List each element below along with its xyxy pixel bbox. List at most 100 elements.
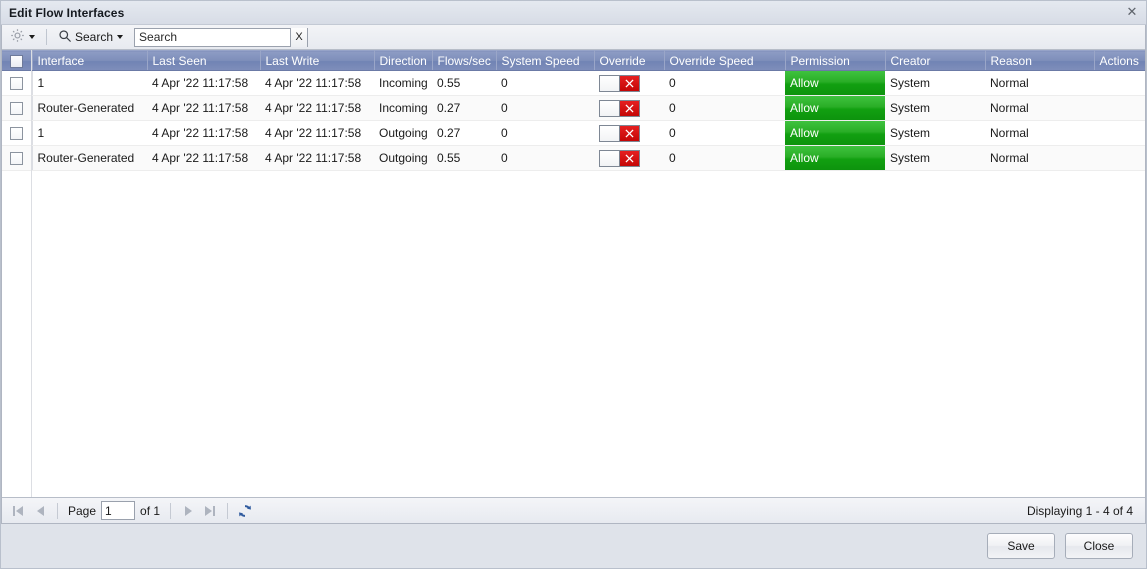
override-toggle-off-slot[interactable] [600, 75, 619, 91]
cell-interface: 1 [32, 120, 147, 146]
chevron-down-icon [117, 35, 124, 39]
column-header-permission[interactable]: Permission [785, 50, 886, 71]
override-toggle-off-slot[interactable] [600, 125, 619, 141]
cell-actions [1094, 95, 1145, 121]
column-header-label: Override Speed [669, 53, 754, 68]
override-toggle-off-slot[interactable] [600, 150, 619, 166]
permission-cell[interactable]: Allow [785, 145, 885, 171]
page-number-input[interactable] [101, 501, 136, 520]
page-label: Page [68, 503, 97, 518]
column-header-last_write[interactable]: Last Write [260, 50, 375, 71]
column-header-interface[interactable]: Interface [32, 50, 148, 71]
column-header-direction[interactable]: Direction [374, 50, 433, 71]
page-title: Edit Flow Interfaces [9, 5, 125, 20]
search-input[interactable] [135, 28, 291, 46]
permission-badge: Allow [785, 96, 885, 120]
override-disabled-icon[interactable] [619, 125, 639, 141]
cell-interface: Router-Generated [32, 145, 147, 171]
override-cell[interactable] [594, 145, 664, 171]
select-all-checkbox[interactable] [10, 54, 24, 68]
refresh-icon[interactable] [235, 501, 255, 521]
permission-badge: Allow [785, 71, 885, 95]
cell-last_seen: 4 Apr '22 11:17:58 [147, 145, 260, 171]
cell-flows_sec: 0.55 [432, 70, 496, 96]
cell-override_speed: 0 [664, 145, 785, 171]
override-toggle[interactable] [599, 74, 640, 92]
cell-actions [1094, 70, 1145, 96]
pager-status-text: Displaying 1 - 4 of 4 [1026, 503, 1133, 518]
dialog-footer: Save Close [1, 524, 1146, 568]
column-header-label: Actions [1099, 53, 1139, 68]
row-select-checkbox[interactable] [10, 102, 24, 116]
column-header-label: Direction [379, 53, 427, 68]
column-header-override[interactable]: Override [594, 50, 665, 71]
column-header-system_speed[interactable]: System Speed [496, 50, 595, 71]
pager-divider [227, 502, 229, 519]
cell-direction: Incoming [374, 95, 432, 121]
override-cell[interactable] [594, 70, 664, 96]
permission-cell[interactable]: Allow [785, 70, 885, 96]
flow-interfaces-grid: Interface Last Seen Last Write Direction Flo… [2, 50, 1145, 497]
column-header-flows_sec[interactable]: Flows/sec [432, 50, 497, 71]
table-header: Interface Last Seen Last Write Direction Flo… [2, 50, 1145, 71]
permission-cell[interactable]: Allow [785, 95, 885, 121]
override-disabled-icon[interactable] [619, 100, 639, 116]
first-page-icon[interactable] [8, 501, 28, 521]
column-header-creator[interactable]: Creator [885, 50, 986, 71]
row-select-cell[interactable] [2, 95, 33, 121]
row-select-checkbox[interactable] [10, 77, 24, 91]
cell-last_seen: 4 Apr '22 11:17:58 [147, 120, 260, 146]
override-toggle[interactable] [599, 149, 640, 167]
cell-last_seen: 4 Apr '22 11:17:58 [147, 95, 260, 121]
cell-interface: 1 [32, 70, 147, 96]
permission-cell[interactable]: Allow [785, 120, 885, 146]
column-header-label: Last Seen [152, 53, 207, 68]
column-header-actions[interactable]: Actions [1094, 50, 1145, 71]
row-select-checkbox[interactable] [10, 127, 24, 141]
cell-direction: Incoming [374, 70, 432, 96]
cell-system_speed: 0 [496, 70, 594, 96]
override-toggle[interactable] [599, 124, 640, 142]
next-page-icon[interactable] [178, 501, 198, 521]
column-header-label: Flows/sec [437, 53, 491, 68]
pager-divider [170, 502, 172, 519]
row-select-cell[interactable] [2, 145, 33, 171]
override-toggle-off-slot[interactable] [600, 100, 619, 116]
grid-toolbar: Search X [2, 25, 1145, 50]
last-page-icon[interactable] [200, 501, 220, 521]
page-total-label: of 1 [140, 503, 161, 518]
row-select-checkbox[interactable] [10, 152, 24, 166]
close-icon[interactable]: ✕ [1125, 5, 1139, 20]
override-disabled-icon[interactable] [619, 150, 639, 166]
table-header-row: Interface Last Seen Last Write Direction Flo… [2, 50, 1145, 71]
cell-flows_sec: 0.27 [432, 120, 496, 146]
cell-creator: System [885, 120, 985, 146]
search-menu-button[interactable]: Search [54, 27, 127, 47]
table-row[interactable]: 14 Apr '22 11:17:58 4 Apr '22 11:17:58 Out… [2, 120, 1145, 146]
override-cell[interactable] [594, 95, 664, 121]
row-select-cell[interactable] [2, 120, 33, 146]
cell-last_write: 4 Apr '22 11:17:58 [260, 120, 374, 146]
clear-search-button[interactable]: X [290, 27, 308, 47]
column-header-override_speed[interactable]: Override Speed [664, 50, 786, 71]
dialog-panel: Search X Interface Last Seen Last Write Dir… [1, 25, 1146, 524]
override-toggle[interactable] [599, 99, 640, 117]
table-row[interactable]: Router-Generated 4 Apr '22 11:17:58 4 Apr … [2, 145, 1145, 171]
select-all-header[interactable] [2, 50, 33, 71]
search-field-wrapper: X [134, 27, 309, 47]
save-button[interactable]: Save [987, 533, 1055, 559]
override-cell[interactable] [594, 120, 664, 146]
close-button[interactable]: Close [1065, 533, 1133, 559]
row-select-cell[interactable] [2, 70, 33, 96]
column-header-last_seen[interactable]: Last Seen [147, 50, 261, 71]
previous-page-icon[interactable] [30, 501, 50, 521]
edit-flow-interfaces-window: Edit Flow Interfaces ✕ Search Search X I… [0, 0, 1147, 569]
column-header-label: Override [599, 53, 646, 68]
override-disabled-icon[interactable] [619, 75, 639, 91]
table-row[interactable]: 14 Apr '22 11:17:58 4 Apr '22 11:17:58 Inc… [2, 70, 1145, 96]
column-header-label: Interface [37, 53, 85, 68]
settings-menu-button[interactable] [6, 27, 39, 47]
table-row[interactable]: Router-Generated 4 Apr '22 11:17:58 4 Apr … [2, 95, 1145, 121]
cell-creator: System [885, 95, 985, 121]
column-header-reason[interactable]: Reason [985, 50, 1095, 71]
